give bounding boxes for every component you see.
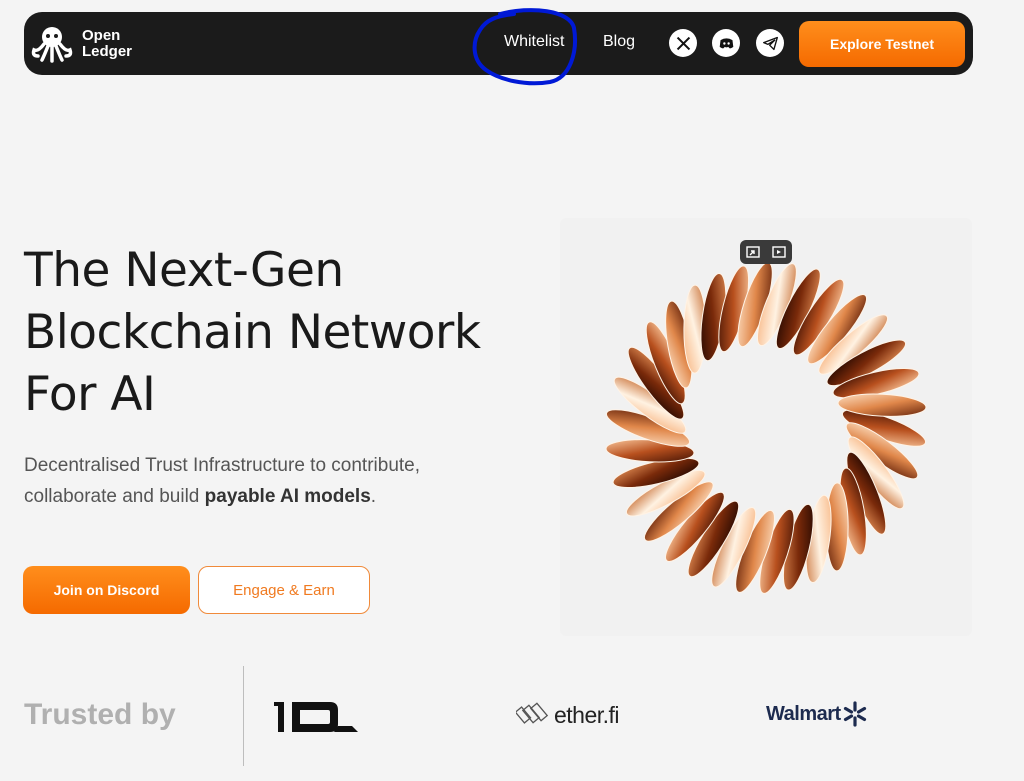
- hero-desc-end: .: [370, 486, 377, 507]
- x-icon[interactable]: [669, 29, 697, 57]
- octopus-logo-icon: [31, 27, 73, 63]
- explore-testnet-button[interactable]: Explore Testnet: [799, 21, 965, 67]
- etherfi-mark-icon: [516, 702, 549, 724]
- etherfi-logo-text: ether.fi: [554, 701, 620, 728]
- minimize-video-icon[interactable]: [745, 244, 761, 260]
- io-net-logo: [272, 696, 360, 741]
- discord-icon[interactable]: [712, 29, 740, 57]
- hero-title-line3: For AI: [24, 367, 156, 422]
- nav-link-blog[interactable]: Blog: [603, 33, 635, 51]
- popout-video-icon[interactable]: [771, 244, 787, 260]
- walmart-logo-text: Walmart: [766, 702, 841, 725]
- video-controls: [740, 240, 792, 264]
- ring-sculpture-image: [605, 262, 927, 594]
- join-discord-button[interactable]: Join on Discord: [23, 566, 190, 614]
- brand-line2: Ledger: [82, 43, 133, 60]
- hero-animation: [560, 218, 972, 636]
- top-navbar: Open Ledger Whitelist Blog Explore Testn…: [24, 8, 973, 86]
- telegram-icon[interactable]: [756, 29, 784, 57]
- hero-title-line2: Blockchain Network: [24, 305, 481, 360]
- engage-earn-button[interactable]: Engage & Earn: [198, 566, 370, 614]
- trusted-divider: [243, 666, 244, 766]
- brand-line1: Open: [82, 27, 121, 44]
- brand-name: Open Ledger: [82, 28, 132, 60]
- etherfi-logo: ether.fi: [516, 698, 620, 732]
- walmart-logo: Walmart: [766, 700, 869, 728]
- trusted-by-label: Trusted by: [24, 698, 176, 731]
- hero-title-line1: The Next-Gen: [24, 243, 344, 298]
- hero-desc-bold: payable AI models: [204, 486, 371, 507]
- nav-link-whitelist[interactable]: Whitelist: [504, 33, 564, 51]
- hero-description: Decentralised Trust Infrastructure to co…: [24, 450, 444, 512]
- hero-title: The Next-Gen Blockchain Network For AI: [24, 240, 544, 426]
- walmart-spark-icon: [843, 701, 866, 727]
- brand-logo[interactable]: Open Ledger: [30, 22, 132, 66]
